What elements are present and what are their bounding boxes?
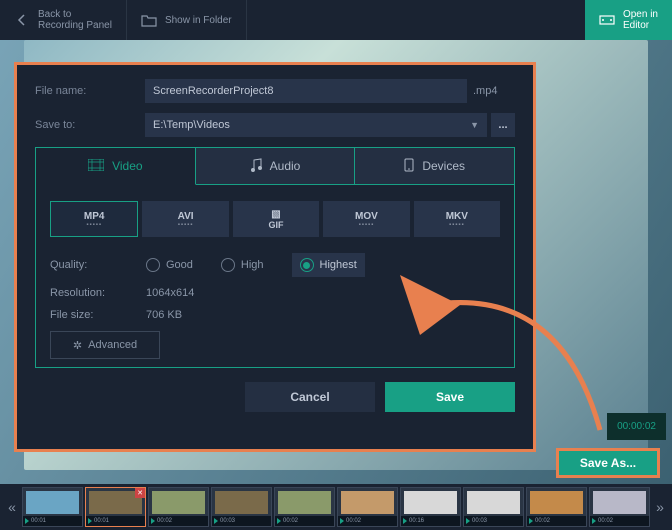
filesize-value: 706 KB bbox=[146, 309, 182, 321]
format-tabbox: Video Audio Devices MP4▪▪▪▪▪ AVI▪▪▪▪▪ ▧G… bbox=[35, 147, 515, 368]
save-as-button[interactable]: Save As... bbox=[556, 448, 660, 478]
format-list: MP4▪▪▪▪▪ AVI▪▪▪▪▪ ▧GIF MOV▪▪▪▪▪ MKV▪▪▪▪▪ bbox=[50, 201, 500, 237]
advanced-label: Advanced bbox=[88, 339, 137, 351]
folder-icon bbox=[141, 12, 157, 28]
video-icon bbox=[88, 159, 104, 174]
play-icon bbox=[277, 518, 281, 524]
filename-label: File name: bbox=[35, 85, 145, 97]
play-icon bbox=[88, 518, 92, 524]
thumb-time: 00:03 bbox=[472, 518, 487, 524]
thumb-time: 00:16 bbox=[409, 518, 424, 524]
resolution-value: 1064x614 bbox=[146, 287, 194, 299]
filmstrip-prev[interactable]: « bbox=[4, 487, 20, 527]
saveto-select[interactable]: E:\Temp\Videos ▼ bbox=[145, 113, 487, 137]
tab-audio[interactable]: Audio bbox=[196, 148, 356, 184]
thumbnail[interactable]: 00:03 bbox=[211, 487, 272, 527]
play-icon bbox=[214, 518, 218, 524]
tab-video[interactable]: Video bbox=[36, 148, 196, 185]
browse-button[interactable]: ... bbox=[491, 113, 515, 137]
cancel-button[interactable]: Cancel bbox=[245, 382, 375, 412]
show-folder-label: Show in Folder bbox=[165, 15, 232, 26]
thumbnail[interactable]: 00:02 bbox=[526, 487, 587, 527]
thumb-time: 00:03 bbox=[220, 518, 235, 524]
resolution-label: Resolution: bbox=[50, 287, 146, 299]
editor-icon bbox=[599, 12, 615, 28]
thumb-time: 00:02 bbox=[283, 518, 298, 524]
tab-audio-label: Audio bbox=[270, 159, 301, 173]
format-gif[interactable]: ▧GIF bbox=[233, 201, 319, 237]
timecode: 00:00:02 bbox=[607, 413, 666, 440]
file-extension: .mp4 bbox=[467, 85, 515, 97]
play-icon bbox=[466, 518, 470, 524]
audio-icon bbox=[250, 158, 262, 175]
format-mp4[interactable]: MP4▪▪▪▪▪ bbox=[50, 201, 138, 237]
play-icon bbox=[403, 518, 407, 524]
quality-label: Quality: bbox=[50, 259, 146, 271]
format-mkv[interactable]: MKV▪▪▪▪▪ bbox=[414, 201, 500, 237]
save-button[interactable]: Save bbox=[385, 382, 515, 412]
gear-icon: ✲ bbox=[73, 339, 82, 352]
thumb-time: 00:02 bbox=[535, 518, 550, 524]
thumbnail[interactable]: 00:03 bbox=[463, 487, 524, 527]
thumb-time: 00:02 bbox=[157, 518, 172, 524]
filename-input[interactable] bbox=[145, 79, 467, 103]
image-icon: ▧ bbox=[271, 209, 280, 220]
thumbnail[interactable]: 00:02 bbox=[589, 487, 650, 527]
open-editor-label: Open in Editor bbox=[623, 9, 658, 31]
thumbnail[interactable]: 00:02 bbox=[337, 487, 398, 527]
devices-icon bbox=[404, 158, 414, 175]
back-button[interactable]: Back to Recording Panel bbox=[0, 0, 127, 40]
tab-video-label: Video bbox=[112, 159, 142, 173]
tab-devices-label: Devices bbox=[422, 159, 465, 173]
arrow-left-icon bbox=[14, 12, 30, 28]
thumbnail[interactable]: 00:16 bbox=[400, 487, 461, 527]
saveto-label: Save to: bbox=[35, 119, 145, 131]
thumbnail[interactable]: 00:01 bbox=[22, 487, 83, 527]
quality-high[interactable]: High bbox=[221, 253, 264, 277]
save-dialog: File name: .mp4 Save to: E:\Temp\Videos … bbox=[14, 62, 536, 452]
close-icon[interactable]: ✕ bbox=[135, 488, 145, 498]
thumbnail[interactable]: 00:01 ✕ bbox=[85, 487, 146, 527]
play-icon bbox=[25, 518, 29, 524]
chevron-down-icon: ▼ bbox=[470, 120, 479, 130]
show-folder-button[interactable]: Show in Folder bbox=[127, 0, 247, 40]
thumb-time: 00:02 bbox=[346, 518, 361, 524]
tab-devices[interactable]: Devices bbox=[355, 148, 514, 184]
filmstrip-next[interactable]: » bbox=[652, 487, 668, 527]
thumb-time: 00:02 bbox=[598, 518, 613, 524]
open-editor-button[interactable]: Open in Editor bbox=[585, 0, 672, 40]
saveto-value: E:\Temp\Videos bbox=[153, 119, 230, 131]
filmstrip: « 00:01 00:01 ✕ 00:02 00:03 00:02 00:02 00:16 00… bbox=[0, 484, 672, 530]
thumb-time: 00:01 bbox=[31, 518, 46, 524]
format-mov[interactable]: MOV▪▪▪▪▪ bbox=[323, 201, 409, 237]
top-toolbar: Back to Recording Panel Show in Folder O… bbox=[0, 0, 672, 40]
advanced-button[interactable]: ✲ Advanced bbox=[50, 331, 160, 359]
play-icon bbox=[529, 518, 533, 524]
play-icon bbox=[592, 518, 596, 524]
quality-highest[interactable]: Highest bbox=[292, 253, 365, 277]
quality-good[interactable]: Good bbox=[146, 253, 193, 277]
play-icon bbox=[151, 518, 155, 524]
play-icon bbox=[340, 518, 344, 524]
thumb-time: 00:01 bbox=[94, 518, 109, 524]
format-avi[interactable]: AVI▪▪▪▪▪ bbox=[142, 201, 228, 237]
thumbnail[interactable]: 00:02 bbox=[274, 487, 335, 527]
back-label: Back to Recording Panel bbox=[38, 9, 112, 31]
filesize-label: File size: bbox=[50, 309, 146, 321]
thumbnail[interactable]: 00:02 bbox=[148, 487, 209, 527]
